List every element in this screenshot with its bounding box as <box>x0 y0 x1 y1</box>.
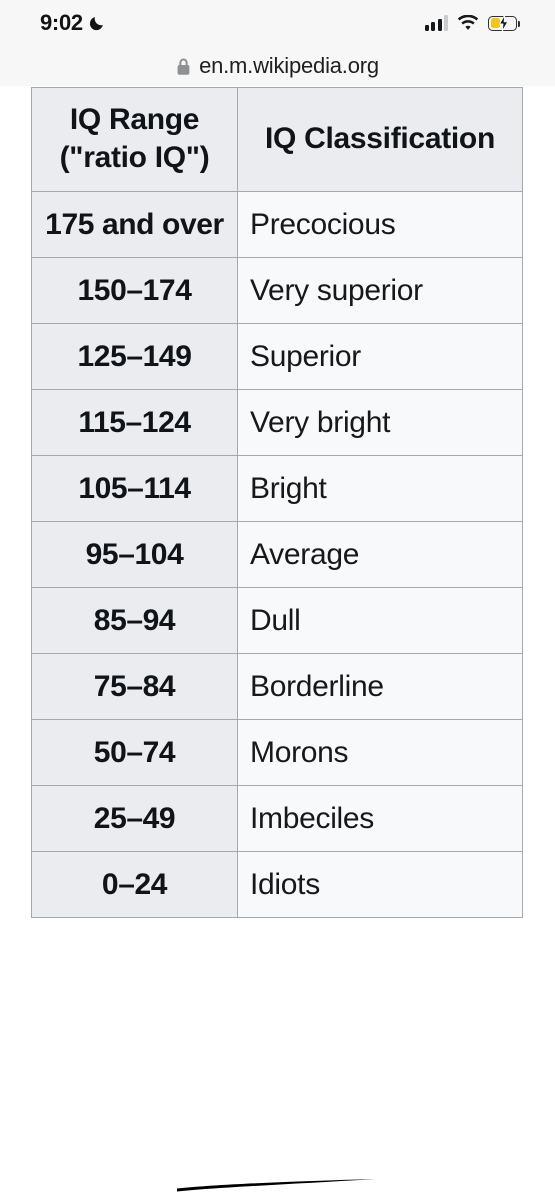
table-head: IQ Range ("ratio IQ") IQ Classification <box>31 87 523 192</box>
battery-charging-low-power-icon <box>488 14 520 32</box>
table-body: 175 and over Precocious 150–174 Very sup… <box>31 190 523 918</box>
cell-iq-classification: Precocious <box>237 190 523 258</box>
table-row: 175 and over Precocious <box>31 190 523 258</box>
cell-iq-range: 150–174 <box>31 256 238 324</box>
url-text: en.m.wikipedia.org <box>199 53 379 78</box>
cell-iq-range: 75–84 <box>31 652 238 720</box>
wikipedia-page-content: IQ Range ("ratio IQ") IQ Classification … <box>0 86 555 1200</box>
status-bar-clock: 9:02 <box>40 10 83 35</box>
cell-iq-classification: Very superior <box>237 256 523 324</box>
safari-address-bar[interactable]: en.m.wikipedia.org <box>0 46 555 86</box>
cell-iq-classification: Superior <box>237 322 523 390</box>
table-row: 125–149 Superior <box>31 322 523 390</box>
cell-iq-range: 125–149 <box>31 322 238 390</box>
cell-iq-classification: Imbeciles <box>237 784 523 852</box>
table-row: 75–84 Borderline <box>31 652 523 720</box>
status-bar-right <box>424 14 520 32</box>
crescent-moon-icon <box>88 15 105 32</box>
lock-icon <box>176 57 191 76</box>
table-row: 95–104 Average <box>31 520 523 588</box>
cell-iq-classification: Dull <box>237 586 523 654</box>
table-row: 150–174 Very superior <box>31 256 523 324</box>
safari-screenshot: 9:02 en.m.wikipedia.org IQ Range ("ratio… <box>0 0 555 1200</box>
cell-iq-classification: Very bright <box>237 388 523 456</box>
ios-status-bar: 9:02 <box>0 0 555 46</box>
cell-iq-classification: Average <box>237 520 523 588</box>
cell-iq-range: 115–124 <box>31 388 238 456</box>
table-row: 25–49 Imbeciles <box>31 784 523 852</box>
cell-iq-range: 105–114 <box>31 454 238 522</box>
cell-iq-range: 25–49 <box>31 784 238 852</box>
cell-iq-range: 175 and over <box>31 190 238 258</box>
table-row: 105–114 Bright <box>31 454 523 522</box>
cell-iq-classification: Borderline <box>237 652 523 720</box>
table-row: 50–74 Morons <box>31 718 523 786</box>
cell-iq-classification: Idiots <box>237 850 523 918</box>
table-row: 0–24 Idiots <box>31 850 523 918</box>
cell-iq-range: 50–74 <box>31 718 238 786</box>
cellular-signal-icon <box>424 15 448 31</box>
cell-iq-range: 85–94 <box>31 586 238 654</box>
cell-iq-classification: Bright <box>237 454 523 522</box>
cell-iq-range: 95–104 <box>31 520 238 588</box>
cell-iq-range: 0–24 <box>31 850 238 918</box>
iq-classification-table: IQ Range ("ratio IQ") IQ Classification … <box>31 87 523 918</box>
column-header-iq-range: IQ Range ("ratio IQ") <box>31 87 238 192</box>
table-header-row: IQ Range ("ratio IQ") IQ Classification <box>31 87 523 192</box>
wifi-icon <box>457 14 479 32</box>
table-row: 115–124 Very bright <box>31 388 523 456</box>
column-header-iq-classification: IQ Classification <box>237 87 523 192</box>
cell-iq-classification: Morons <box>237 718 523 786</box>
status-bar-left: 9:02 <box>40 12 105 34</box>
table-row: 85–94 Dull <box>31 586 523 654</box>
